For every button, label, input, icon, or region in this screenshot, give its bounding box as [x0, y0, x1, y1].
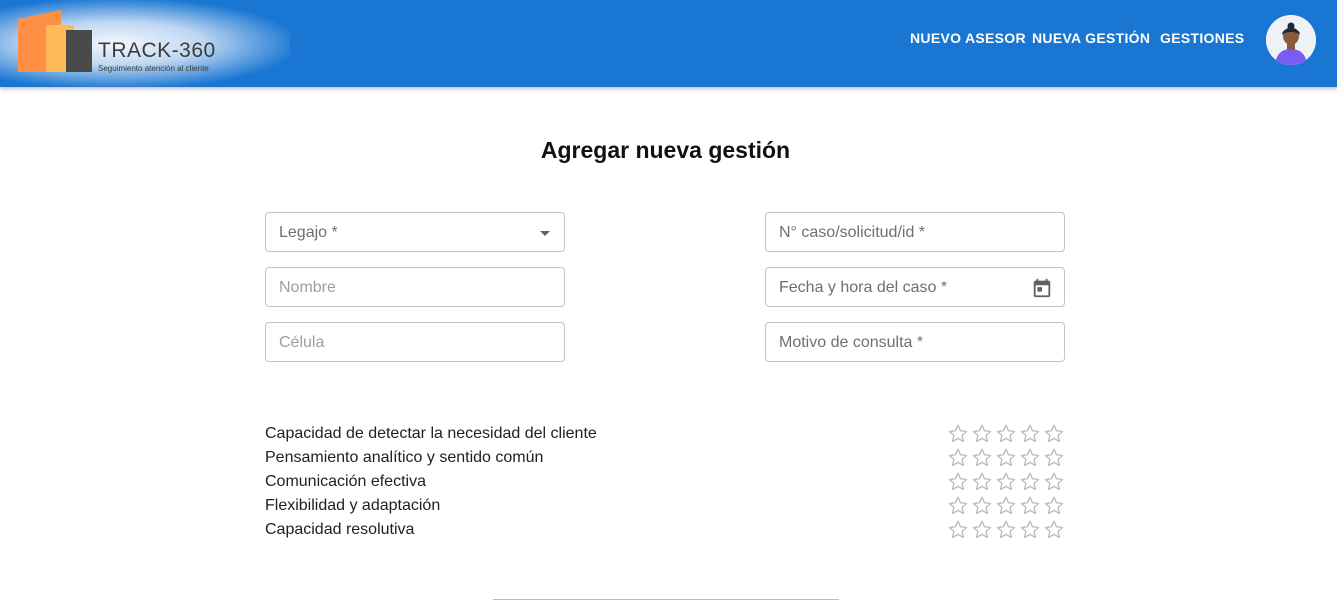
- fecha-hora-label: Fecha y hora del caso *: [779, 279, 948, 296]
- star-icon[interactable]: [946, 494, 970, 518]
- celula-field[interactable]: Célula: [265, 322, 565, 362]
- star-icon[interactable]: [946, 422, 970, 446]
- caso-id-field[interactable]: N° caso/solicitud/id *: [765, 212, 1065, 252]
- star-icon[interactable]: [1018, 470, 1042, 494]
- rating-flexibilidad[interactable]: [946, 494, 1066, 518]
- star-icon[interactable]: [994, 470, 1018, 494]
- user-avatar[interactable]: [1266, 15, 1316, 65]
- star-icon[interactable]: [946, 518, 970, 542]
- star-icon[interactable]: [994, 422, 1018, 446]
- page-title: Agregar nueva gestión: [540, 137, 791, 163]
- rating-comunicacion[interactable]: [946, 470, 1066, 494]
- star-icon[interactable]: [1018, 494, 1042, 518]
- app-bar: TRACK-360 Seguimiento atención al client…: [0, 0, 1337, 87]
- rating-pensamiento[interactable]: [946, 446, 1066, 470]
- star-icon[interactable]: [994, 446, 1018, 470]
- nombre-placeholder: Nombre: [279, 279, 336, 296]
- rating-resolutiva[interactable]: [946, 518, 1066, 542]
- rating-label-flexibilidad: Flexibilidad y adaptación: [265, 497, 441, 514]
- legajo-label: Legajo *: [279, 224, 338, 241]
- star-icon[interactable]: [994, 494, 1018, 518]
- rating-label-necesidad: Capacidad de detectar la necesidad del c…: [265, 425, 597, 442]
- rating-label-comunicacion: Comunicación efectiva: [265, 473, 426, 490]
- star-icon[interactable]: [970, 518, 994, 542]
- star-icon[interactable]: [970, 422, 994, 446]
- star-icon[interactable]: [1018, 518, 1042, 542]
- legajo-select[interactable]: Legajo *: [265, 212, 565, 252]
- logo-subtitle: Seguimiento atención al cliente: [98, 64, 209, 73]
- logo-icon: [18, 10, 92, 72]
- rating-necesidad[interactable]: [946, 422, 1066, 446]
- star-icon[interactable]: [946, 446, 970, 470]
- star-icon[interactable]: [1042, 494, 1066, 518]
- star-icon[interactable]: [970, 446, 994, 470]
- nombre-field[interactable]: Nombre: [265, 267, 565, 307]
- celula-placeholder: Célula: [279, 334, 325, 351]
- nav-nueva-gestion[interactable]: NUEVA GESTIÓN: [1032, 30, 1150, 46]
- star-icon[interactable]: [1018, 446, 1042, 470]
- rating-label-pensamiento: Pensamiento analítico y sentido común: [265, 449, 544, 466]
- star-icon[interactable]: [1042, 446, 1066, 470]
- avatar-icon: [1266, 15, 1316, 65]
- star-icon[interactable]: [946, 470, 970, 494]
- nav-nuevo-asesor[interactable]: NUEVO ASESOR: [910, 30, 1026, 46]
- star-icon[interactable]: [970, 494, 994, 518]
- star-icon[interactable]: [1042, 518, 1066, 542]
- motivo-field[interactable]: Motivo de consulta *: [765, 322, 1065, 362]
- logo-title: TRACK-360: [98, 39, 216, 62]
- dropdown-arrow-icon[interactable]: [540, 231, 550, 236]
- star-icon[interactable]: [1018, 422, 1042, 446]
- star-icon[interactable]: [970, 470, 994, 494]
- rating-label-resolutiva: Capacidad resolutiva: [265, 521, 415, 538]
- star-icon[interactable]: [1042, 422, 1066, 446]
- star-icon[interactable]: [994, 518, 1018, 542]
- caso-id-label: N° caso/solicitud/id *: [779, 224, 926, 241]
- calendar-icon[interactable]: [1031, 277, 1053, 299]
- motivo-label: Motivo de consulta *: [779, 334, 924, 351]
- fecha-hora-field[interactable]: Fecha y hora del caso *: [765, 267, 1065, 307]
- star-icon[interactable]: [1042, 470, 1066, 494]
- nav-gestiones[interactable]: GESTIONES: [1160, 30, 1244, 46]
- divider: [493, 599, 839, 600]
